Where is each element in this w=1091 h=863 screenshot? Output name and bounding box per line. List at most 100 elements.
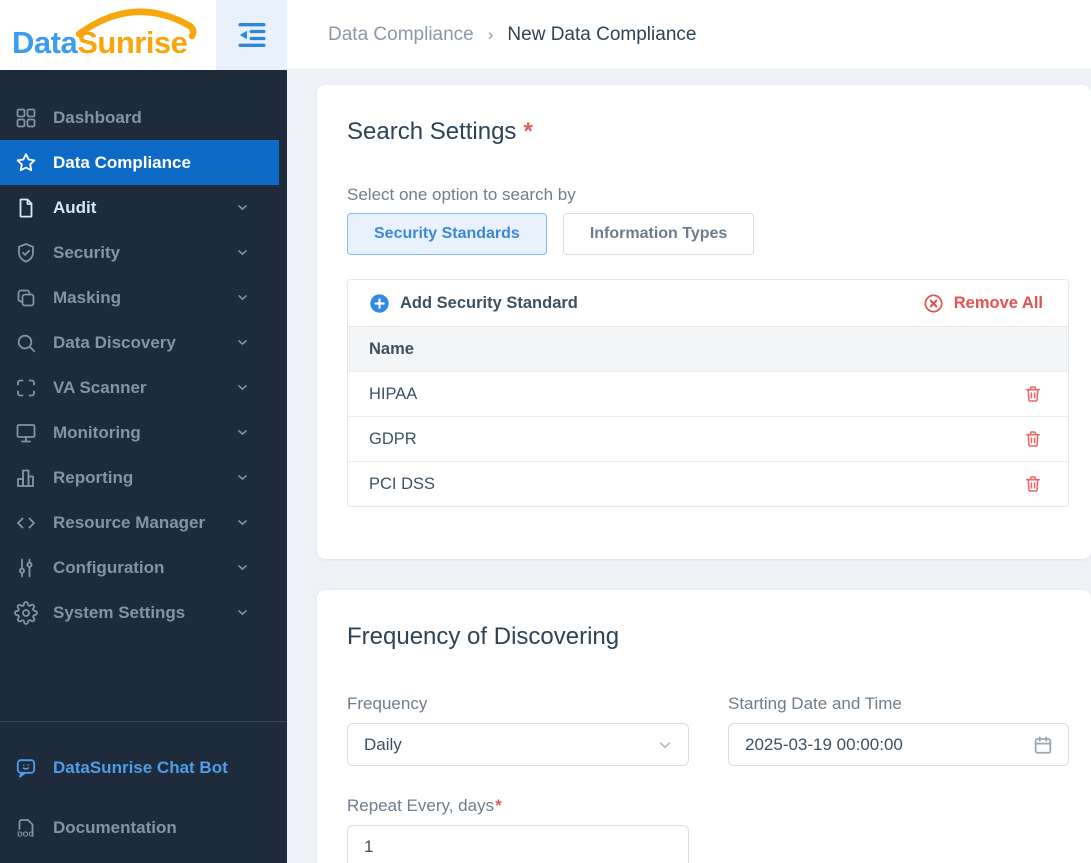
- sidebar-item-label: Dashboard: [53, 107, 142, 127]
- sidebar-item-reporting[interactable]: Reporting: [0, 455, 287, 500]
- chevron-down-icon: [236, 291, 249, 304]
- chevron-down-icon: [236, 426, 249, 439]
- masking-icon: [14, 286, 38, 310]
- select-option-caption: Select one option to search by: [347, 185, 576, 204]
- sidebar-item-label: Monitoring: [53, 422, 141, 442]
- frequency-title: Frequency of Discovering: [347, 623, 620, 650]
- frequency-card: Frequency of Discovering Frequency Daily…: [317, 590, 1091, 863]
- calendar-icon[interactable]: [1032, 734, 1054, 756]
- sunrise-arc-icon: [76, 8, 197, 40]
- collapse-sidebar-icon: [233, 16, 271, 54]
- sidebar-item-label: VA Scanner: [53, 377, 147, 397]
- standard-name: GDPR: [369, 429, 417, 448]
- sidebar-item-label: Resource Manager: [53, 512, 206, 532]
- sidebar-item-configuration[interactable]: Configuration: [0, 545, 287, 590]
- remove-all-button[interactable]: Remove All: [923, 293, 1043, 314]
- x-circle-icon: [923, 293, 944, 314]
- required-asterisk: *: [523, 118, 533, 145]
- chevron-down-icon: [656, 736, 674, 754]
- table-body: HIPAA GDPR PCI DSS: [348, 371, 1068, 506]
- start-datetime-input[interactable]: 2025-03-19 00:00:00: [728, 723, 1069, 766]
- chevron-down-icon: [236, 201, 249, 214]
- sidebar-item-label: Data Compliance: [53, 152, 191, 172]
- sidebar-item-dashboard[interactable]: Dashboard: [0, 95, 287, 140]
- sidebar-item-label: Audit: [53, 197, 97, 217]
- chevron-down-icon: [236, 471, 249, 484]
- sidebar-item-label: Reporting: [53, 467, 134, 487]
- sidebar-item-va-scanner[interactable]: VA Scanner: [0, 365, 287, 410]
- sidebar-item-label: System Settings: [53, 602, 186, 622]
- delete-row-icon[interactable]: [1023, 474, 1043, 494]
- star-icon: [14, 151, 38, 175]
- standard-name: PCI DSS: [369, 474, 436, 493]
- sidebar-item-label: Data Discovery: [53, 332, 176, 352]
- breadcrumb-parent[interactable]: Data Compliance: [328, 24, 474, 46]
- svg-text:DOC: DOC: [17, 829, 34, 838]
- breadcrumb-current: New Data Compliance: [507, 23, 697, 45]
- table-row: HIPAA: [348, 371, 1068, 416]
- sidebar: DataSunrise Dashboard Data Compliance Au…: [0, 0, 287, 863]
- sidebar-item-label: Documentation: [53, 817, 177, 837]
- add-security-standard-button[interactable]: Add Security Standard: [369, 293, 578, 314]
- frequency-select[interactable]: Daily: [347, 723, 689, 766]
- start-datetime-value: 2025-03-19 00:00:00: [745, 734, 903, 754]
- datasunrise-logo[interactable]: DataSunrise: [0, 0, 216, 70]
- delete-row-icon[interactable]: [1023, 429, 1043, 449]
- sidebar-nav: Dashboard Data Compliance Audit Security…: [0, 70, 287, 721]
- search-settings-card: Search Settings * Select one option to se…: [317, 85, 1091, 559]
- search-option-toggle: Security Standards Information Types: [347, 213, 1069, 255]
- document-icon: [14, 196, 38, 220]
- start-datetime-label: Starting Date and Time: [728, 694, 902, 713]
- plus-circle-icon: [369, 293, 390, 314]
- table-row: GDPR: [348, 416, 1068, 461]
- gear-icon: [14, 600, 38, 625]
- sidebar-item-system-settings[interactable]: System Settings: [0, 590, 287, 635]
- frequency-form: Frequency Daily Starting Date and Time 2…: [347, 692, 1069, 766]
- page-content: Search Settings * Select one option to se…: [287, 70, 1091, 863]
- chevron-down-icon: [236, 336, 249, 349]
- collapse-sidebar-button[interactable]: [216, 0, 287, 70]
- sliders-icon: [14, 556, 38, 580]
- bar-chart-icon: [14, 466, 38, 490]
- table-row: PCI DSS: [348, 461, 1068, 506]
- option-information-types[interactable]: Information Types: [562, 213, 755, 255]
- repeat-every-label: Repeat Every, days*: [347, 796, 502, 815]
- sidebar-item-label: Security: [53, 242, 121, 262]
- shield-icon: [14, 241, 38, 265]
- breadcrumb-separator: ›: [487, 24, 494, 44]
- chevron-down-icon: [236, 246, 249, 259]
- chevron-down-icon: [236, 606, 249, 619]
- required-asterisk: *: [495, 796, 502, 815]
- chevron-down-icon: [236, 381, 249, 394]
- sidebar-footer: DataSunrise Chat Bot DOC Documentation: [0, 721, 287, 863]
- frequency-label: Frequency: [347, 694, 428, 713]
- scanner-icon: [14, 376, 38, 400]
- sidebar-item-resource-manager[interactable]: Resource Manager: [0, 500, 287, 545]
- standard-name: HIPAA: [369, 384, 418, 403]
- sidebar-item-datasunrise-chat-bot[interactable]: DataSunrise Chat Bot: [0, 745, 287, 790]
- doc-icon: DOC: [14, 816, 38, 840]
- sidebar-item-label: DataSunrise Chat Bot: [53, 757, 228, 777]
- monitor-icon: [14, 421, 38, 445]
- code-icon: [14, 511, 38, 535]
- security-standards-table: Add Security Standard Remove All Name HI…: [347, 279, 1069, 507]
- delete-row-icon[interactable]: [1023, 384, 1043, 404]
- sidebar-item-documentation[interactable]: DOC Documentation: [0, 805, 287, 850]
- option-security-standards[interactable]: Security Standards: [347, 213, 547, 255]
- main-area: Data Compliance › New Data Compliance Se…: [287, 0, 1091, 863]
- chevron-down-icon: [236, 561, 249, 574]
- sidebar-item-data-compliance[interactable]: Data Compliance: [0, 140, 279, 185]
- logo-text-data: Data: [12, 25, 78, 60]
- chevron-down-icon: [236, 516, 249, 529]
- sidebar-item-audit[interactable]: Audit: [0, 185, 287, 230]
- sidebar-item-security[interactable]: Security: [0, 230, 287, 275]
- sidebar-item-label: Masking: [53, 287, 122, 307]
- sidebar-item-data-discovery[interactable]: Data Discovery: [0, 320, 287, 365]
- sidebar-item-masking[interactable]: Masking: [0, 275, 287, 320]
- table-header-name: Name: [348, 326, 1068, 371]
- repeat-every-input[interactable]: [347, 825, 689, 863]
- sidebar-item-monitoring[interactable]: Monitoring: [0, 410, 287, 455]
- app-header: DataSunrise: [0, 0, 287, 70]
- table-toolbar: Add Security Standard Remove All: [348, 280, 1068, 326]
- search-icon: [14, 331, 38, 355]
